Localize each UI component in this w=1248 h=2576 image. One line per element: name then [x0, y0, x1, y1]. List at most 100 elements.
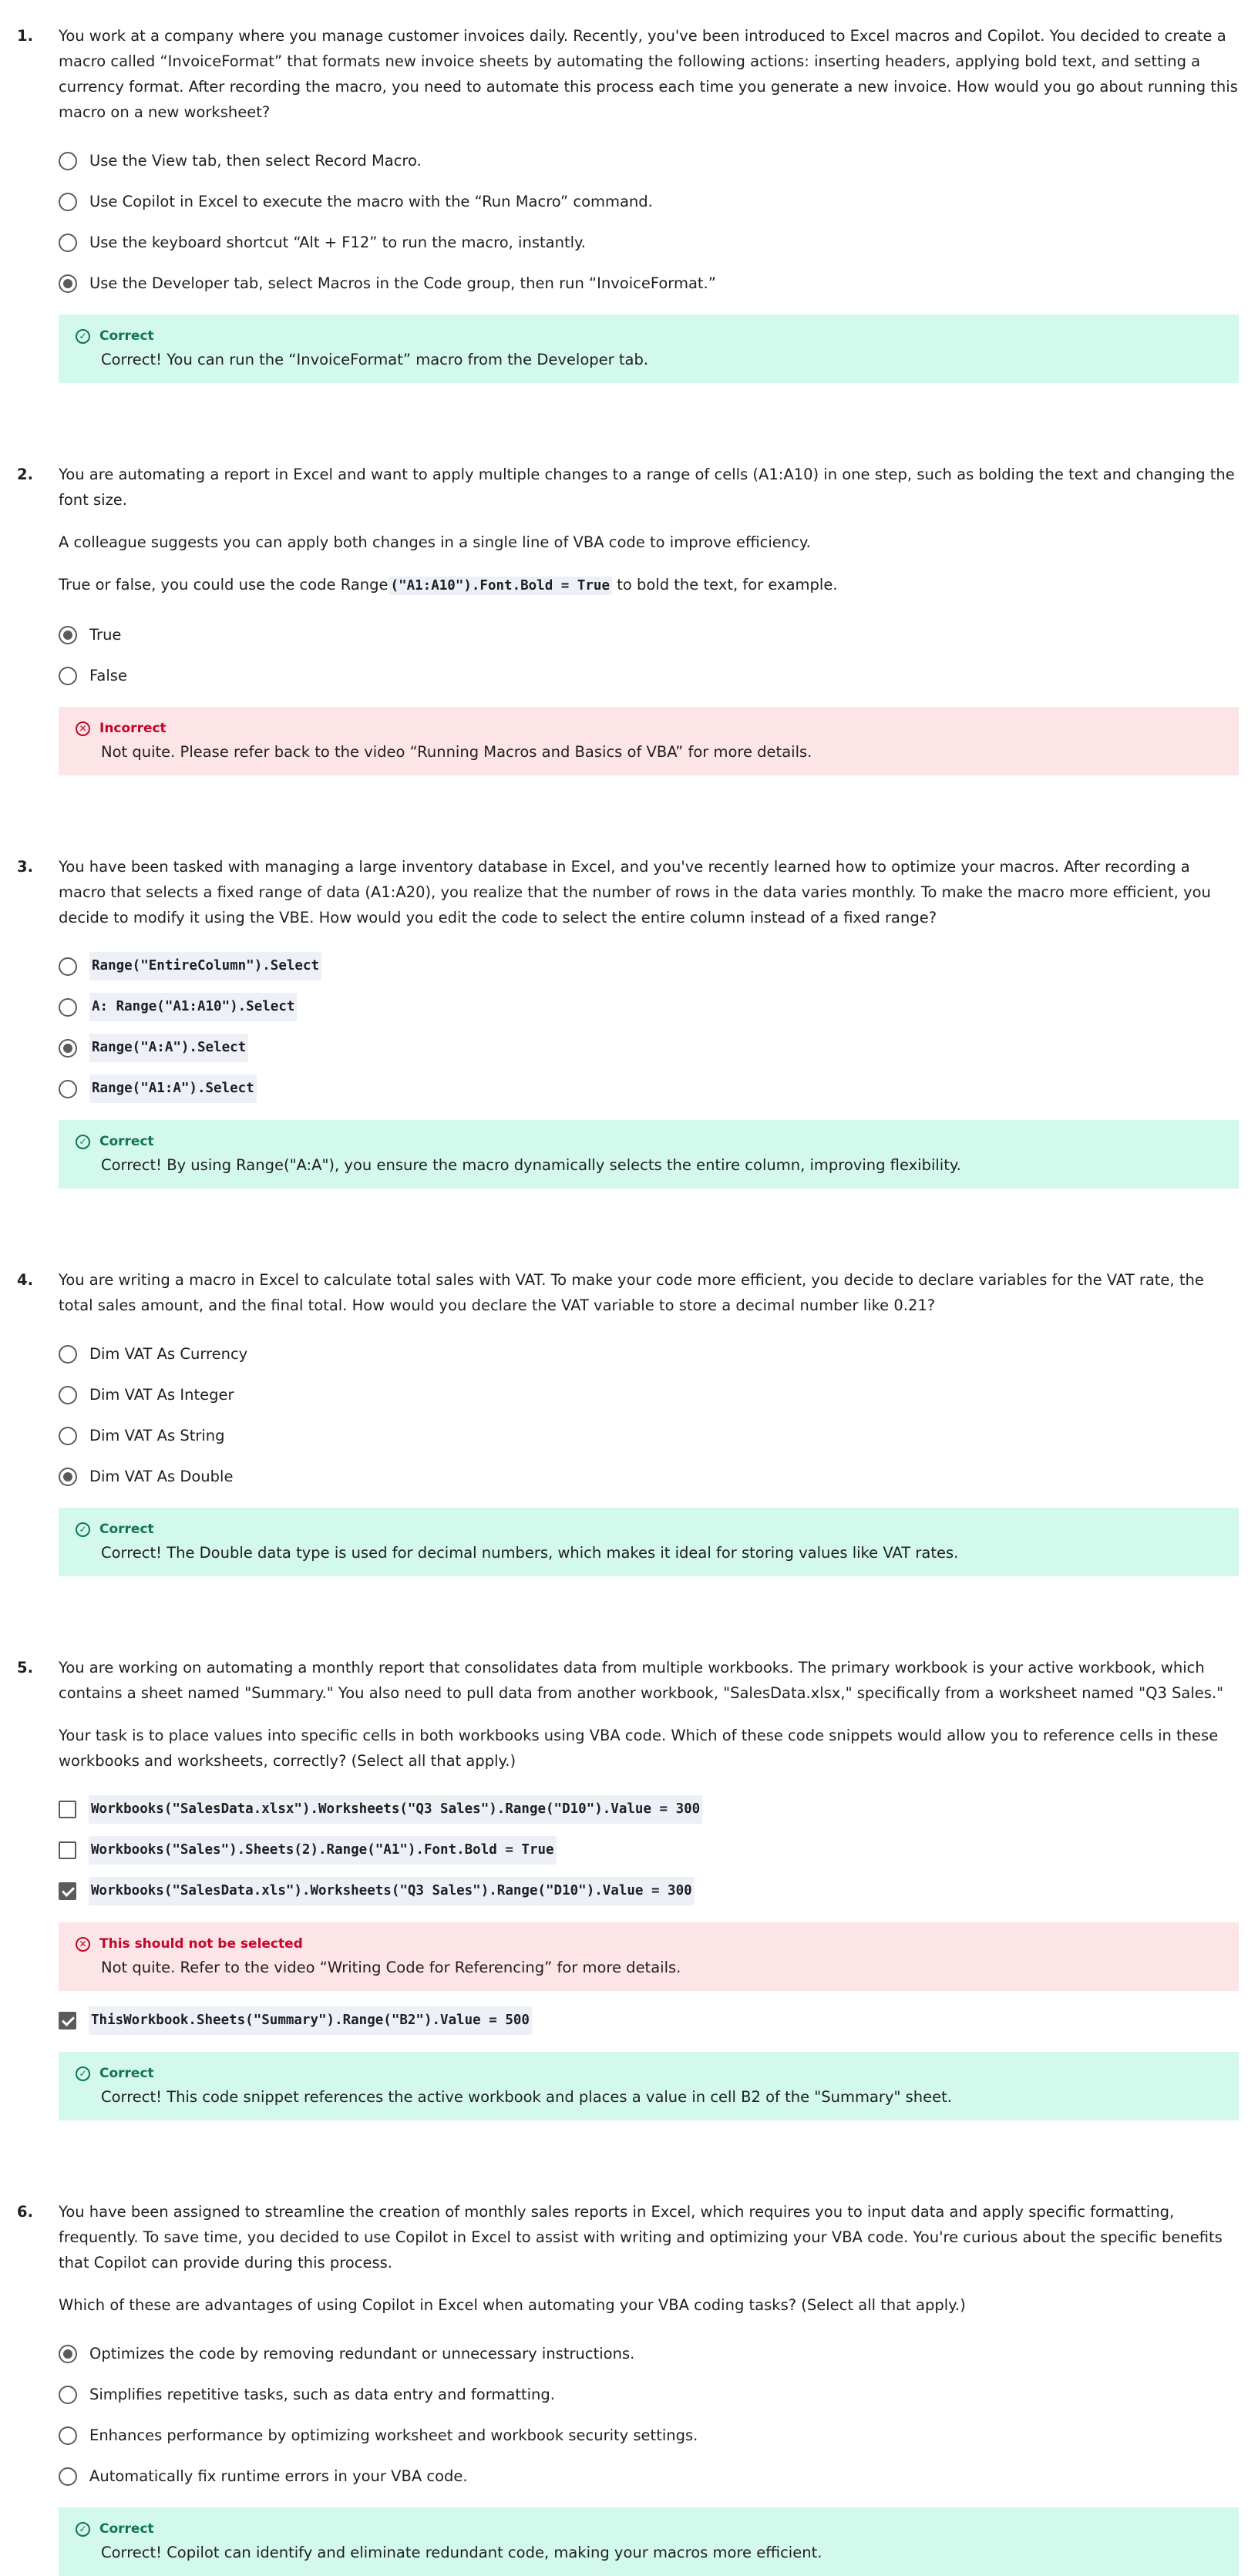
option-label: Dim VAT As Integer [89, 1386, 234, 1404]
check-circle-icon: ✓ [76, 2521, 90, 2537]
question-prompt-2: A colleague suggests you can apply both … [59, 533, 811, 551]
radio-button[interactable] [59, 2467, 77, 2486]
feedback-correct: ✓ Correct Correct! This code snippet refe… [59, 2052, 1239, 2120]
option-4[interactable]: Dim VAT As Double [59, 1456, 1239, 1497]
question-prompt-3: True or false, you could use the code Ra… [59, 576, 838, 595]
x-circle-icon: ✕ [76, 1936, 90, 1952]
option-code: Range("EntireColumn").Select [89, 952, 322, 980]
question-prompt: You have been tasked with managing a lar… [59, 858, 1211, 926]
feedback-correct: ✓ Correct Correct! You can run the “Invoi… [59, 314, 1239, 383]
option-2[interactable]: Dim VAT As Integer [59, 1374, 1239, 1415]
feedback-text: Correct! Copilot can identify and elimin… [101, 2544, 822, 2561]
feedback-correct: ✓ Correct Correct! Copilot can identify a… [59, 2507, 1239, 2576]
radio-button[interactable] [59, 233, 77, 252]
question-prompt: You are automating a report in Excel and… [59, 466, 1235, 509]
checkbox[interactable] [59, 1801, 76, 1818]
option-3[interactable]: Enhances performance by optimizing works… [59, 2415, 1239, 2456]
option-label: Dim VAT As Currency [89, 1345, 248, 1363]
feedback-incorrect: ✕ Incorrect Not quite. Please refer back … [59, 707, 1239, 775]
option-2[interactable]: Workbooks("Sales").Sheets(2).Range("A1")… [59, 1830, 1239, 1871]
question-5: 5. You are working on automating a month… [17, 1655, 1239, 2120]
radio-button-selected[interactable] [59, 2344, 77, 2363]
option-4[interactable]: Range("A1:A").Select [59, 1068, 1239, 1109]
radio-button[interactable] [59, 997, 77, 1017]
question-4: 4. You are writing a macro in Excel to c… [17, 1267, 1239, 1576]
check-circle-icon: ✓ [76, 2066, 90, 2081]
question-prompt: You are working on automating a monthly … [59, 1659, 1224, 1702]
radio-button[interactable] [59, 666, 77, 685]
option-code: Workbooks("Sales").Sheets(2).Range("A1")… [89, 1836, 557, 1865]
option-label: Automatically fix runtime errors in your… [89, 2467, 468, 2485]
option-1[interactable]: Optimizes the code by removing redundant… [59, 2333, 1239, 2374]
option-code: Workbooks("SalesData.xls").Worksheets("Q… [89, 1877, 695, 1905]
feedback-text: Correct! You can run the “InvoiceFormat”… [101, 351, 649, 368]
option-1[interactable]: Workbooks("SalesData.xlsx").Worksheets("… [59, 1789, 1239, 1830]
question-prompt: You are writing a macro in Excel to calc… [59, 1271, 1204, 1314]
check-circle-icon: ✓ [76, 328, 90, 344]
option-2[interactable]: A: Range("A1:A10").Select [59, 987, 1239, 1027]
option-3[interactable]: Use the keyboard shortcut “Alt + F12” to… [59, 222, 1239, 263]
question-prompt-2: Which of these are advantages of using C… [59, 2296, 966, 2314]
option-4[interactable]: Automatically fix runtime errors in your… [59, 2456, 1239, 2497]
option-label: Optimizes the code by removing redundant… [89, 2345, 635, 2362]
radio-button-selected[interactable] [59, 625, 77, 644]
question-prompt: You have been assigned to streamline the… [59, 2203, 1223, 2272]
radio-button[interactable] [59, 1344, 77, 1364]
option-2[interactable]: False [59, 655, 1239, 696]
option-2[interactable]: Simplifies repetitive tasks, such as dat… [59, 2374, 1239, 2415]
question-3: 3. You have been tasked with managing a … [17, 854, 1239, 1189]
option-3[interactable]: Range("A:A").Select [59, 1027, 1239, 1068]
option-3[interactable]: Dim VAT As String [59, 1415, 1239, 1456]
option-label: Simplifies repetitive tasks, such as dat… [89, 2386, 555, 2403]
option-code: ThisWorkbook.Sheets("Summary").Range("B2… [89, 2006, 532, 2035]
option-2[interactable]: Use Copilot in Excel to execute the macr… [59, 181, 1239, 222]
option-1[interactable]: Range("EntireColumn").Select [59, 946, 1239, 987]
option-1[interactable]: True [59, 614, 1239, 655]
feedback-status: Correct [99, 328, 154, 344]
feedback-status: Correct [99, 1133, 154, 1149]
feedback-text: Not quite. Refer to the video “Writing C… [101, 1959, 681, 1976]
radio-button[interactable] [59, 957, 77, 976]
radio-button-selected[interactable] [59, 1467, 77, 1486]
feedback-status: Correct [99, 1521, 154, 1537]
radio-button[interactable] [59, 1426, 77, 1445]
radio-button-selected[interactable] [59, 1038, 77, 1058]
radio-button[interactable] [59, 2385, 77, 2404]
question-number: 3. [17, 858, 33, 876]
option-code: Workbooks("SalesData.xlsx").Worksheets("… [89, 1795, 703, 1824]
question-1: 1. You work at a company where you manag… [17, 23, 1239, 383]
feedback-incorrect: ✕ This should not be selected Not quite. … [59, 1922, 1239, 1991]
option-1[interactable]: Dim VAT As Currency [59, 1333, 1239, 1374]
check-circle-icon: ✓ [76, 1522, 90, 1537]
feedback-text: Correct! This code snippet references th… [101, 2088, 952, 2106]
option-label: Use the View tab, then select Record Mac… [89, 152, 422, 170]
option-code: Range("A:A").Select [89, 1034, 249, 1062]
question-number: 6. [17, 2203, 33, 2221]
question-prompt: You work at a company where you manage c… [59, 27, 1238, 121]
option-4[interactable]: ThisWorkbook.Sheets("Summary").Range("B2… [59, 2000, 1239, 2041]
question-6: 6. You have been assigned to streamline … [17, 2199, 1239, 2576]
feedback-text: Correct! By using Range("A:A"), you ensu… [101, 1156, 961, 1174]
radio-button[interactable] [59, 2426, 77, 2445]
option-1[interactable]: Use the View tab, then select Record Mac… [59, 140, 1239, 181]
x-circle-icon: ✕ [76, 721, 90, 736]
question-number: 2. [17, 466, 33, 483]
option-label: True [89, 626, 122, 644]
option-3[interactable]: Workbooks("SalesData.xls").Worksheets("Q… [59, 1871, 1239, 1912]
option-code: Range("A1:A").Select [89, 1074, 257, 1103]
radio-button[interactable] [59, 192, 77, 211]
radio-button[interactable] [59, 1385, 77, 1404]
option-label: Dim VAT As String [89, 1427, 225, 1444]
feedback-correct: ✓ Correct Correct! The Double data type i… [59, 1508, 1239, 1576]
option-4[interactable]: Use the Developer tab, select Macros in … [59, 263, 1239, 304]
checkbox-checked[interactable] [59, 2012, 76, 2030]
check-circle-icon: ✓ [76, 1134, 90, 1149]
radio-button-selected[interactable] [59, 274, 77, 293]
checkbox[interactable] [59, 1841, 76, 1859]
checkbox-checked[interactable] [59, 1882, 76, 1900]
radio-button[interactable] [59, 1079, 77, 1098]
inline-code: ("A1:A10").Font.Bold = True [388, 577, 613, 595]
option-label: Use Copilot in Excel to execute the macr… [89, 193, 653, 210]
question-2: 2. You are automating a report in Excel … [17, 462, 1239, 775]
radio-button[interactable] [59, 151, 77, 170]
